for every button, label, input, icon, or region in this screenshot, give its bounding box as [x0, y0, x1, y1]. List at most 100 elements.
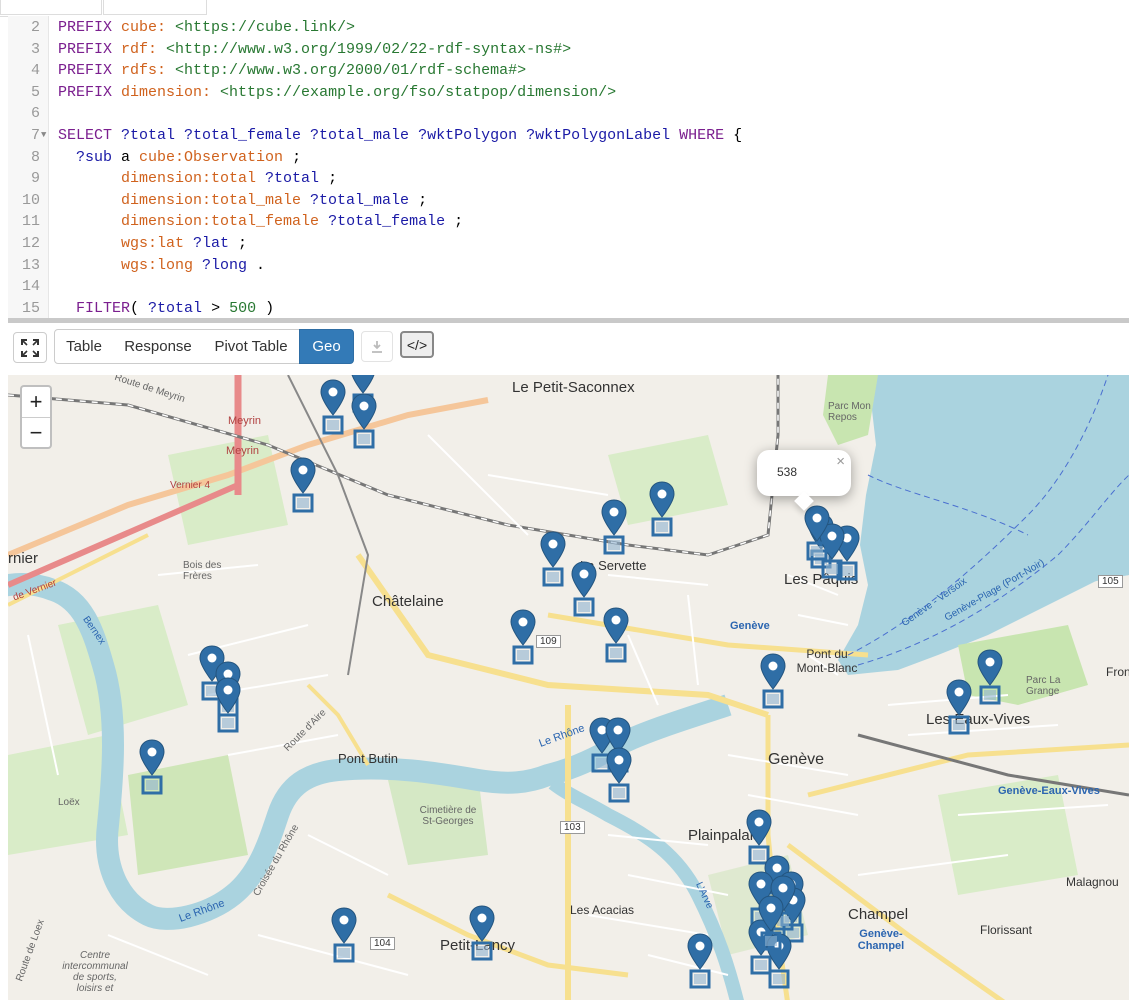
map-marker[interactable] — [649, 481, 675, 537]
code-token: PREFIX — [58, 62, 122, 80]
code-token: ?total — [265, 170, 329, 188]
road-shield-103: 103 — [560, 821, 585, 834]
tab-response[interactable]: Response — [113, 329, 204, 364]
line-number: 14 — [21, 278, 40, 296]
popup-close-button[interactable]: × — [836, 453, 845, 470]
label-cimetiere: Cimetière de St-Georges — [419, 805, 477, 827]
marker-pin-icon — [215, 677, 241, 733]
map-marker[interactable] — [687, 933, 713, 989]
code-token: . — [256, 256, 266, 274]
map-marker[interactable] — [804, 505, 830, 561]
line-number: 9 — [30, 170, 40, 188]
fold-toggle-icon[interactable]: ▼ — [41, 125, 46, 146]
code-token: ?total ?total_female ?total_male ?wktPol… — [121, 127, 680, 144]
code-text: PREFIX dimension: <https://example.org/f… — [58, 82, 616, 103]
map-marker[interactable] — [571, 561, 597, 617]
tab-geo[interactable]: Geo — [299, 329, 354, 364]
tab-pivot-table[interactable]: Pivot Table — [203, 329, 300, 364]
code-token: cube: — [121, 19, 176, 36]
map-marker[interactable] — [760, 653, 786, 709]
label-pont-butin: Pont Butin — [338, 751, 398, 766]
code-token: dimension:total_male — [121, 191, 311, 209]
code-text: wgs:lat ?lat ; — [58, 233, 247, 254]
marker-pin-icon — [687, 933, 713, 989]
line-number: 5 — [30, 83, 40, 101]
zoom-control: + − — [20, 385, 52, 449]
map-marker[interactable] — [469, 905, 495, 961]
code-token: 500 — [229, 299, 266, 317]
map-marker[interactable] — [139, 739, 165, 795]
code-text: FILTER( ?total > 500 ) — [58, 298, 274, 318]
line-number: 15 — [21, 299, 40, 317]
line-number: 6 — [30, 105, 40, 123]
code-text: PREFIX rdfs: <http://www.w3.org/2000/01/… — [58, 60, 526, 81]
label-geneve-eaux-vives: Genève-Eaux-Vives — [998, 785, 1100, 797]
marker-pin-icon — [540, 531, 566, 587]
map-marker[interactable] — [331, 907, 357, 963]
map-marker[interactable] — [320, 379, 346, 435]
line-number: 13 — [21, 256, 40, 274]
code-token: PREFIX — [58, 83, 122, 101]
marker-pin-icon — [469, 905, 495, 961]
code-token: ( — [130, 299, 149, 317]
sparql-editor[interactable]: 2 PREFIX cube: <https://cube.link/> 3 PREFI… — [8, 16, 1129, 318]
tab-table[interactable]: Table — [54, 329, 114, 364]
map-marker[interactable] — [215, 677, 241, 733]
code-token: ; — [328, 170, 338, 188]
query-tab-remnant[interactable] — [0, 0, 102, 15]
code-text: dimension:total ?total ; — [58, 168, 337, 189]
marker-pin-icon — [606, 747, 632, 803]
map-marker[interactable] — [977, 649, 1003, 705]
code-token: rdfs: — [121, 62, 176, 80]
map-marker[interactable] — [290, 457, 316, 513]
map-marker[interactable] — [601, 499, 627, 555]
map-marker[interactable] — [510, 609, 536, 665]
line-number: 7 — [30, 127, 40, 144]
geo-map[interactable]: Le Petit-Saconnex Meyrin Meyrin Route de… — [8, 375, 1129, 1000]
line-number: 3 — [30, 40, 40, 58]
code-token: PREFIX — [58, 19, 122, 36]
code-token: ?total_female — [328, 213, 455, 231]
road-shield-109: 109 — [536, 635, 561, 648]
popup-value: 538 — [777, 465, 798, 479]
map-marker[interactable] — [603, 607, 629, 663]
code-token: <https://cube.link/> — [175, 19, 356, 36]
code-token: ?long — [202, 256, 257, 274]
code-token: ) — [265, 299, 275, 317]
zoom-out-button[interactable]: − — [22, 418, 50, 448]
marker-pin-icon — [351, 393, 377, 449]
marker-pin-icon — [601, 499, 627, 555]
label-malagnou: Malagnou — [1066, 875, 1119, 889]
marker-pin-icon — [510, 609, 536, 665]
label-champel: Champel — [848, 906, 909, 923]
code-token: ; — [418, 191, 428, 209]
map-marker[interactable] — [351, 393, 377, 449]
map-marker[interactable] — [540, 531, 566, 587]
code-token: ?lat — [193, 235, 239, 252]
map-marker[interactable] — [606, 747, 632, 803]
code-token: dimension:total_female — [121, 213, 329, 231]
code-token: rdf: — [121, 40, 167, 58]
map-marker[interactable] — [946, 679, 972, 735]
query-tab-remnant[interactable] — [103, 0, 207, 15]
marker-pin-icon — [603, 607, 629, 663]
code-text: SELECT ?total ?total_female ?total_male … — [58, 125, 742, 146]
marker-pin-icon — [760, 653, 786, 709]
download-button[interactable] — [361, 331, 393, 362]
fullscreen-button[interactable] — [13, 332, 47, 363]
road-shield-105: 105 — [1098, 575, 1123, 588]
map-marker[interactable] — [758, 895, 784, 951]
zoom-in-button[interactable]: + — [22, 387, 50, 418]
line-number: 8 — [30, 148, 40, 166]
code-token: ?total_male — [310, 191, 419, 209]
embed-code-button[interactable]: </> — [400, 331, 434, 358]
code-token: ?sub — [58, 148, 122, 166]
marker-pin-icon — [977, 649, 1003, 705]
download-icon — [372, 340, 382, 353]
marker-pin-icon — [331, 907, 357, 963]
code-text: PREFIX rdf: <http://www.w3.org/1999/02/2… — [58, 39, 571, 60]
